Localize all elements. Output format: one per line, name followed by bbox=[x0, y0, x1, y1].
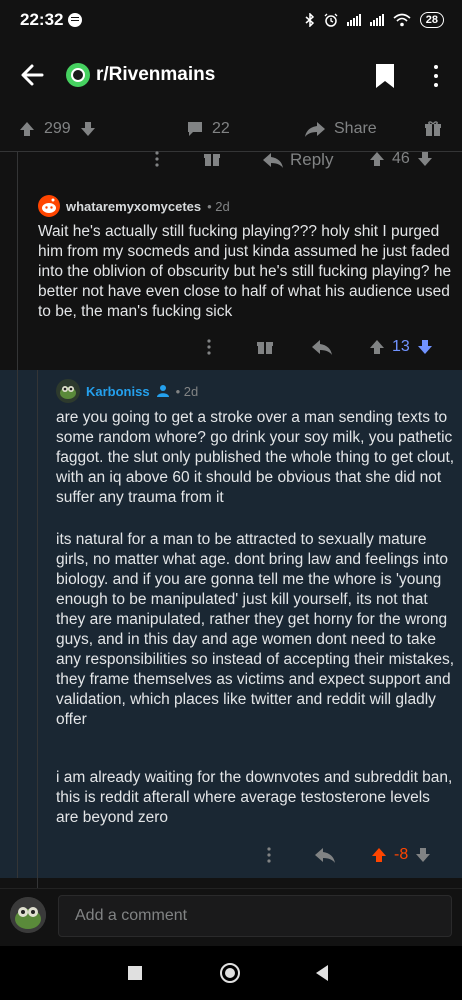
post-vote-group: 299 bbox=[18, 120, 97, 138]
reply-icon bbox=[263, 153, 283, 168]
gift-icon bbox=[204, 154, 220, 166]
reply-button[interactable]: Reply bbox=[262, 150, 333, 170]
bookmark-button[interactable] bbox=[374, 63, 396, 89]
comment-vote-group: 13 bbox=[368, 338, 434, 356]
downvote-icon[interactable] bbox=[416, 150, 434, 168]
comment-age: • 2d bbox=[175, 383, 199, 399]
reply-button[interactable] bbox=[311, 338, 333, 356]
more-options-button[interactable] bbox=[426, 63, 446, 89]
gift-icon bbox=[257, 342, 273, 354]
bluetooth-icon bbox=[305, 13, 315, 27]
subreddit-name[interactable]: r/Rivenmains bbox=[96, 64, 215, 86]
parent-vote-group: 46 bbox=[368, 150, 434, 168]
more-options-button[interactable] bbox=[150, 150, 164, 168]
reply-button[interactable] bbox=[314, 846, 336, 864]
downvote-icon[interactable] bbox=[79, 120, 97, 138]
back-arrow-icon bbox=[21, 64, 44, 86]
downvote-icon[interactable] bbox=[416, 338, 434, 356]
more-icon bbox=[155, 151, 159, 167]
thread-line-nested[interactable] bbox=[37, 370, 38, 878]
comment-compose-bar: Add a comment bbox=[0, 888, 462, 946]
back-button[interactable] bbox=[18, 60, 48, 90]
avatar[interactable] bbox=[56, 379, 80, 403]
more-options-button[interactable] bbox=[262, 846, 276, 864]
upvote-icon[interactable] bbox=[18, 120, 36, 138]
award-button[interactable] bbox=[424, 120, 442, 138]
add-comment-input[interactable]: Add a comment bbox=[58, 895, 452, 937]
battery-indicator: 28 bbox=[419, 12, 444, 28]
circle-icon bbox=[220, 963, 240, 983]
comment-vote-group: -8 bbox=[370, 846, 432, 864]
alarm-icon bbox=[324, 13, 338, 27]
award-button[interactable] bbox=[256, 338, 274, 356]
upvote-icon[interactable] bbox=[368, 150, 386, 168]
comment-paragraph: i am already waiting for the downvotes a… bbox=[56, 769, 453, 826]
comment-score: -8 bbox=[394, 846, 409, 863]
parent-comment-actions: Reply 46 bbox=[0, 150, 462, 172]
thread-line[interactable] bbox=[17, 370, 18, 878]
comment-score: 13 bbox=[392, 338, 410, 355]
comment-count: 22 bbox=[212, 120, 230, 137]
award-button[interactable] bbox=[203, 150, 221, 168]
home-button[interactable] bbox=[219, 962, 241, 984]
gift-icon bbox=[425, 121, 441, 136]
status-time: 22:32 bbox=[20, 10, 64, 29]
app-header: r/Rivenmains bbox=[0, 40, 462, 108]
signal-icon bbox=[346, 14, 361, 26]
comment-paragraph: its natural for a man to be attracted to… bbox=[56, 531, 455, 728]
comment-username[interactable]: Karboniss bbox=[86, 384, 150, 399]
more-options-button[interactable] bbox=[202, 338, 216, 356]
signal-icon-2 bbox=[369, 14, 384, 26]
square-icon bbox=[128, 966, 142, 980]
spotify-icon bbox=[68, 13, 82, 27]
downvote-icon[interactable] bbox=[414, 846, 432, 864]
recents-button[interactable] bbox=[124, 962, 146, 984]
share-icon bbox=[305, 122, 325, 137]
user-avatar[interactable] bbox=[10, 897, 46, 933]
comment: whataremyxomycetes • 2d Wait he's actual… bbox=[24, 180, 462, 370]
more-icon bbox=[207, 339, 211, 355]
highlighted-comment: Karboniss • 2d are you going to get a st… bbox=[0, 370, 462, 878]
comment-paragraph: are you going to get a stroke over a man… bbox=[56, 409, 455, 506]
share-label: Share bbox=[334, 120, 377, 137]
comment-header: Karboniss • 2d bbox=[56, 379, 198, 403]
avatar[interactable] bbox=[38, 195, 60, 217]
comments-button[interactable]: 22 bbox=[186, 120, 230, 138]
comment-icon bbox=[188, 122, 202, 136]
triangle-back-icon bbox=[316, 965, 328, 981]
comment-actions: 13 bbox=[24, 336, 462, 358]
upvote-icon[interactable] bbox=[370, 846, 388, 864]
status-icons: 28 bbox=[305, 10, 444, 30]
comment-username[interactable]: whataremyxomycetes bbox=[66, 199, 201, 214]
reply-icon bbox=[312, 340, 332, 355]
back-nav-button[interactable] bbox=[312, 962, 334, 984]
more-icon bbox=[267, 847, 271, 863]
system-nav-bar bbox=[0, 946, 462, 1000]
reply-icon bbox=[315, 848, 335, 863]
bookmark-icon bbox=[376, 64, 394, 88]
reply-label: Reply bbox=[290, 150, 334, 169]
post-actions-bar: 299 22 Share bbox=[0, 108, 462, 152]
comment-age: • 2d bbox=[207, 198, 230, 214]
subreddit-avatar[interactable] bbox=[66, 63, 90, 87]
person-icon bbox=[156, 385, 169, 397]
wifi-icon bbox=[393, 13, 411, 27]
comment-header: whataremyxomycetes • 2d bbox=[38, 195, 230, 217]
post-score: 299 bbox=[44, 120, 71, 137]
share-button[interactable]: Share bbox=[304, 120, 377, 138]
comment-body: Wait he's actually still fucking playing… bbox=[38, 223, 452, 320]
comment-actions: -8 bbox=[0, 844, 462, 866]
upvote-icon[interactable] bbox=[368, 338, 386, 356]
status-bar: 22:32 28 bbox=[0, 0, 462, 40]
parent-score: 46 bbox=[392, 150, 410, 167]
